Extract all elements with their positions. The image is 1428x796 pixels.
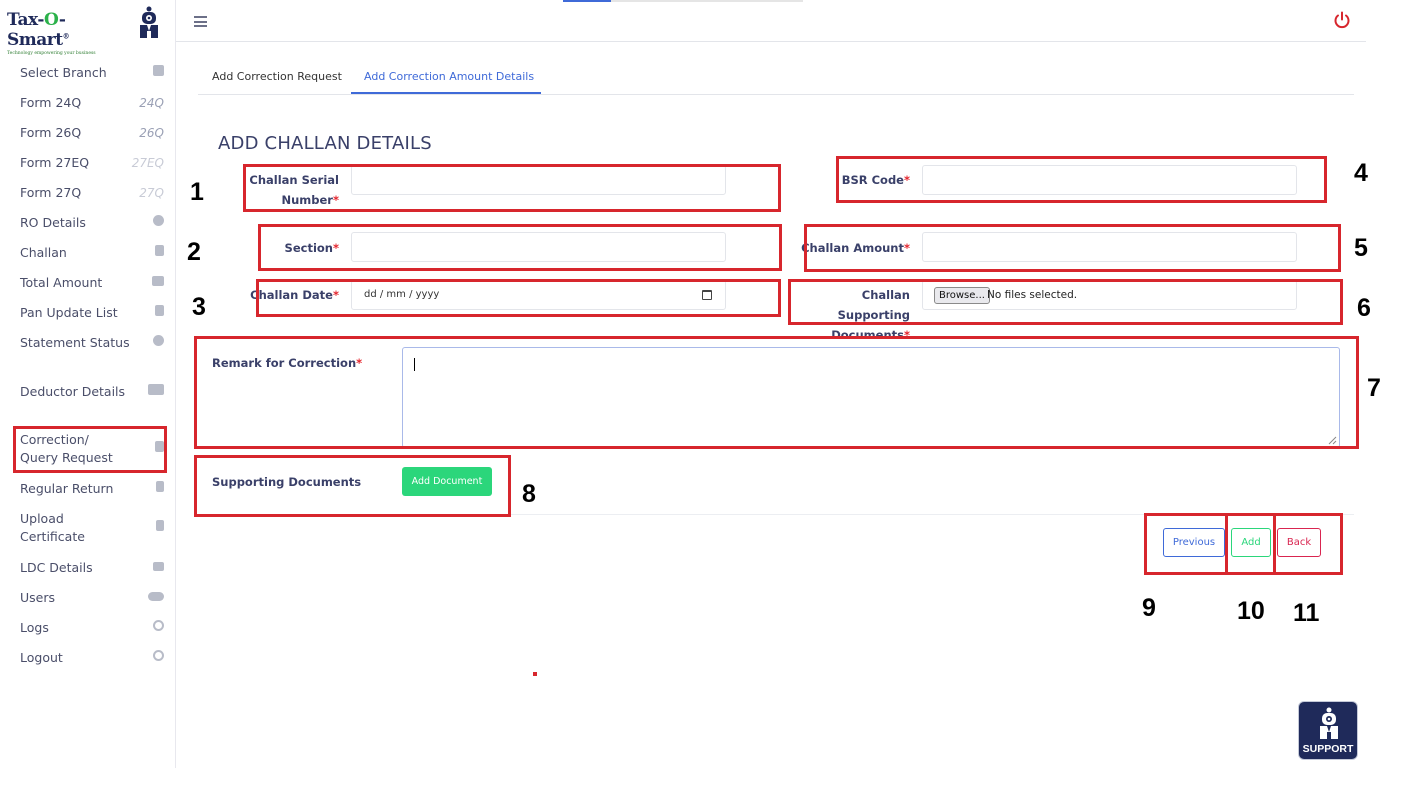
- annotation-number-10: 10: [1237, 597, 1265, 625]
- sidebar-item-ro-details[interactable]: RO Details: [20, 214, 164, 232]
- annotation-number-7: 7: [1367, 374, 1381, 402]
- logo[interactable]: Tax-O-Smart® Technology empowering your …: [7, 10, 119, 56]
- challan-date-input[interactable]: dd / mm / yyyy: [351, 280, 726, 310]
- tab-add-correction-amount-details[interactable]: Add Correction Amount Details: [364, 70, 534, 83]
- no-file-text: No files selected.: [987, 289, 1078, 301]
- annotation-number-1: 1: [190, 178, 204, 206]
- challan-date-label: Challan Date*: [250, 288, 339, 302]
- challan-supporting-documents-file-input[interactable]: Browse... No files selected.: [922, 280, 1297, 310]
- text-caret: [414, 358, 415, 371]
- top-progress-strip: [563, 0, 803, 2]
- sidebar-item-form-24q[interactable]: Form 24Q 24Q: [20, 94, 164, 112]
- resize-handle-icon[interactable]: [1328, 436, 1337, 445]
- support-label: SUPPORT: [1302, 743, 1354, 755]
- remark-textarea[interactable]: [402, 347, 1340, 448]
- support-button[interactable]: SUPPORT: [1298, 701, 1358, 760]
- challan-amount-label: Challan Amount*: [801, 241, 910, 255]
- sidebar-item-ldc-details[interactable]: LDC Details: [20, 559, 164, 577]
- add-document-button[interactable]: Add Document: [402, 467, 492, 496]
- sidebar-item-form-26q[interactable]: Form 26Q 26Q: [20, 124, 164, 142]
- top-bar: [176, 0, 1366, 42]
- annotation-number-9: 9: [1142, 594, 1156, 622]
- sidebar-item-deductor-details[interactable]: Deductor Details: [20, 383, 164, 401]
- challan-amount-input[interactable]: [922, 232, 1297, 262]
- sidebar-item-form-27eq[interactable]: Form 27EQ 27EQ: [20, 154, 164, 172]
- sidebar-item-challan[interactable]: Challan: [20, 244, 164, 262]
- form-27eq-icon: 27EQ: [131, 156, 164, 170]
- info-icon: [153, 214, 164, 232]
- history-icon: [153, 619, 164, 637]
- sidebar-item-total-amount[interactable]: Total Amount: [20, 274, 164, 292]
- mascot-icon: [1320, 707, 1338, 739]
- document-icon: [155, 244, 164, 262]
- users-icon: [148, 589, 164, 607]
- monitor-icon: [153, 559, 164, 577]
- challan-serial-number-input[interactable]: [351, 165, 726, 195]
- clock-icon: [153, 334, 164, 352]
- date-placeholder: dd / mm / yyyy: [364, 289, 440, 300]
- form-26q-icon: 26Q: [139, 126, 164, 140]
- sidebar-item-regular-return[interactable]: Regular Return: [20, 480, 164, 498]
- active-tab-indicator: [351, 92, 541, 94]
- section-label: Section*: [284, 241, 339, 255]
- logo-tagline: Technology empowering your business: [7, 51, 96, 56]
- sidebar-item-correction-query-request[interactable]: Correction/ Query Request: [20, 431, 164, 467]
- annotation-number-3: 3: [192, 293, 206, 321]
- page-title: ADD CHALLAN DETAILS: [218, 133, 432, 154]
- sidebar-item-statement-status[interactable]: Statement Status: [20, 334, 164, 352]
- challan-supporting-documents-label: Challan Supporting Documents*: [831, 288, 910, 342]
- sidebar: Tax-O-Smart® Technology empowering your …: [0, 0, 176, 768]
- section-input[interactable]: [351, 232, 726, 262]
- file-icon: [156, 480, 164, 498]
- file-upload-icon: [156, 519, 164, 537]
- clipboard-alert-icon: [155, 440, 164, 458]
- form-24q-icon: 24Q: [139, 96, 164, 110]
- mascot-icon: [140, 6, 158, 38]
- annotation-number-2: 2: [187, 238, 201, 266]
- sidebar-item-logout[interactable]: Logout: [20, 649, 164, 667]
- bsr-code-input[interactable]: [922, 165, 1297, 195]
- remark-label: Remark for Correction*: [212, 356, 363, 370]
- bsr-code-label: BSR Code*: [841, 173, 910, 187]
- back-button[interactable]: Back: [1277, 528, 1321, 557]
- tab-bar: Add Correction Request Add Correction Am…: [198, 62, 1354, 95]
- clipboard-icon: [153, 64, 164, 82]
- tab-add-correction-request[interactable]: Add Correction Request: [212, 70, 342, 83]
- annotation-number-6: 6: [1357, 294, 1371, 322]
- wallet-icon: [152, 274, 164, 292]
- annotation-number-5: 5: [1354, 234, 1368, 262]
- annotation-number-8: 8: [522, 480, 536, 508]
- browse-button[interactable]: Browse...: [934, 287, 990, 304]
- sidebar-item-select-branch[interactable]: Select Branch: [20, 64, 164, 82]
- red-dot-marker: [533, 672, 537, 676]
- sidebar-item-users[interactable]: Users: [20, 589, 164, 607]
- calendar-icon[interactable]: [702, 290, 712, 300]
- divider: [196, 514, 1354, 515]
- add-button[interactable]: Add: [1231, 528, 1271, 557]
- power-icon[interactable]: [1332, 10, 1352, 30]
- annotation-number-11: 11: [1293, 599, 1320, 627]
- logo-text: Tax-O-Smart®: [7, 10, 70, 50]
- challan-serial-number-label: Challan Serial Number*: [249, 173, 339, 207]
- card-icon: [148, 383, 164, 401]
- supporting-documents-label: Supporting Documents: [212, 475, 362, 489]
- sidebar-item-form-27q[interactable]: Form 27Q 27Q: [20, 184, 164, 202]
- clipboard-list-icon: [155, 304, 164, 322]
- sidebar-item-pan-update-list[interactable]: Pan Update List: [20, 304, 164, 322]
- form-27q-icon: 27Q: [139, 186, 164, 200]
- sidebar-item-logs[interactable]: Logs: [20, 619, 164, 637]
- previous-button[interactable]: Previous: [1163, 528, 1225, 557]
- sidebar-item-upload-certificate[interactable]: Upload Certificate: [20, 510, 164, 546]
- annotation-number-4: 4: [1354, 159, 1368, 187]
- hamburger-menu-icon[interactable]: [194, 16, 207, 27]
- power-icon: [153, 649, 164, 667]
